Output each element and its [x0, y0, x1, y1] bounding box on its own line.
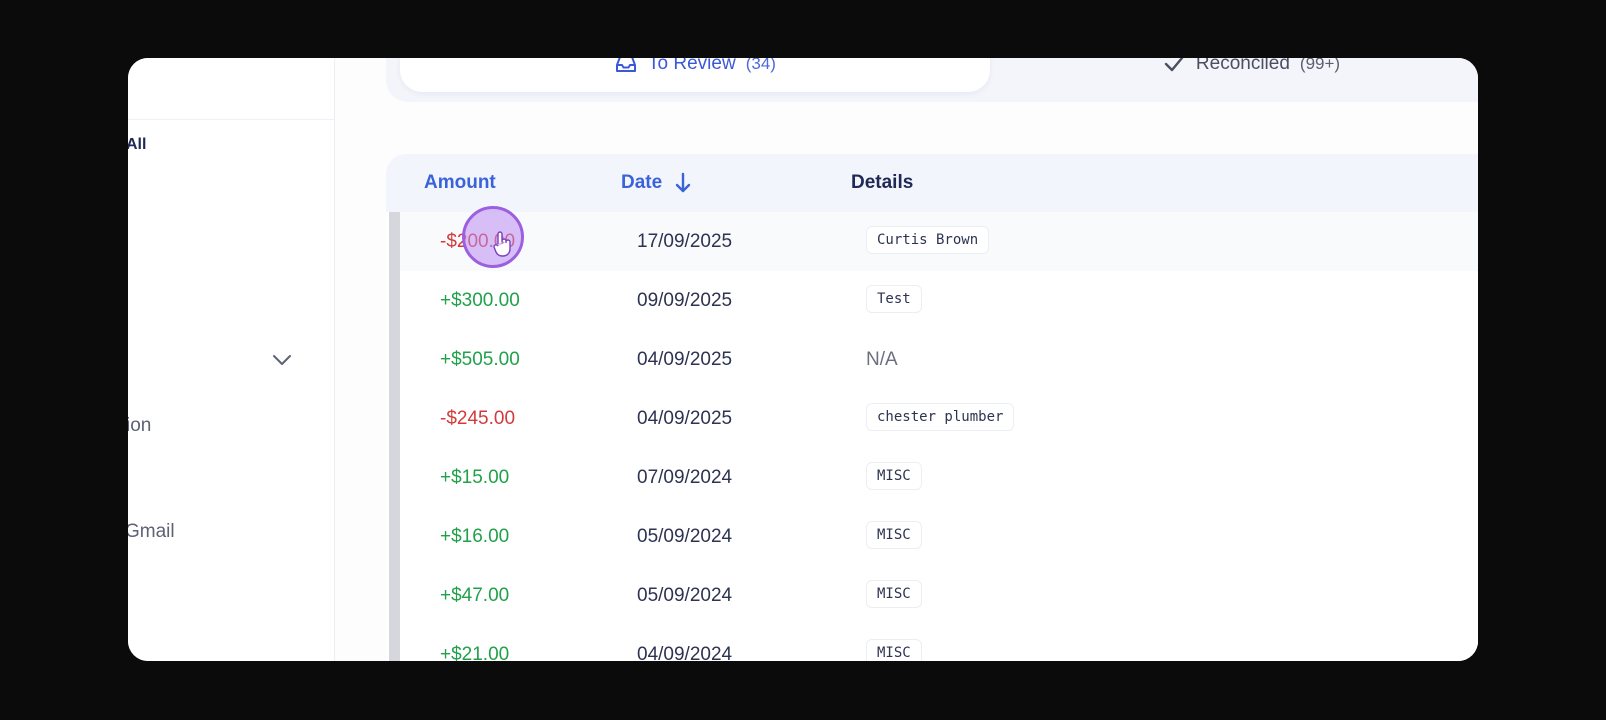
tab-bar: To Review (34) Reconciled (99+) [386, 58, 1478, 102]
sidebar-item-ion[interactable]: ion [128, 415, 151, 437]
tab-count: (99+) [1299, 58, 1341, 73]
date-cell: 04/09/2025 [637, 408, 733, 429]
transactions-table: Amount Date Details -$200.0017/09/2025Cu… [386, 154, 1478, 661]
details-tag: MISC [866, 521, 922, 549]
column-header-amount[interactable]: Amount [424, 172, 496, 194]
date-cell: 04/09/2024 [637, 644, 733, 661]
sidebar-item-gmail[interactable]: Gmail [128, 521, 175, 543]
table-row[interactable]: -$245.00 04/09/2025 chester plumber [400, 389, 1478, 449]
arrow-down-icon[interactable] [674, 172, 692, 194]
tab-count: (34) [745, 58, 776, 73]
table-row[interactable]: +$505.00 04/09/2025 N/A [400, 330, 1478, 390]
date-cell: 05/09/2024 [637, 585, 733, 606]
details-tag: Test [866, 285, 922, 313]
amount-cell[interactable]: +$21.00 [440, 644, 509, 661]
app-window: All ion Gmail To Review (34) Reconciled [128, 58, 1478, 661]
table-header: Amount Date Details [386, 154, 1478, 212]
amount-cell[interactable]: +$505.00 [440, 349, 520, 371]
details-tag: MISC [866, 639, 922, 661]
chevron-down-icon[interactable] [272, 353, 292, 367]
inbox-icon [616, 58, 637, 72]
tab-label: Reconciled [1195, 58, 1290, 74]
amount-cell[interactable]: -$245.00 [440, 408, 515, 430]
tab-to-review[interactable]: To Review (34) [400, 58, 990, 92]
table-row[interactable]: +$16.00 05/09/2024 MISC [400, 507, 1478, 567]
column-header-details: Details [851, 172, 914, 193]
sidebar: All ion Gmail [128, 58, 335, 661]
column-header-date-label: Date [621, 172, 663, 193]
table-row[interactable]: +$47.00 05/09/2024 MISC [400, 566, 1478, 626]
sidebar-item-all[interactable]: All [128, 136, 146, 154]
date-cell: 05/09/2024 [637, 526, 733, 547]
details-tag: MISC [866, 580, 922, 608]
column-header-date[interactable]: Date [621, 172, 692, 194]
table-row[interactable]: +$15.00 07/09/2024 MISC [400, 448, 1478, 508]
table-row[interactable]: +$21.00 04/09/2024 MISC [400, 625, 1478, 661]
date-cell: 09/09/2025 [637, 290, 733, 311]
amount-cell[interactable]: +$15.00 [440, 467, 509, 489]
date-cell: 07/09/2024 [637, 467, 733, 488]
check-icon [1164, 58, 1184, 72]
amount-cell[interactable]: +$16.00 [440, 526, 509, 548]
amount-cell[interactable]: +$47.00 [440, 585, 509, 607]
tab-reconciled[interactable]: Reconciled (99+) [996, 58, 1478, 92]
tab-label: To Review [648, 58, 736, 74]
row-status-stripe [389, 212, 400, 661]
main-content: To Review (34) Reconciled (99+) Amount D… [335, 58, 1478, 661]
table-row[interactable]: -$200.0017/09/2025Curtis Brown [400, 212, 1478, 272]
hand-pointer-icon [493, 231, 511, 257]
details-tag: Curtis Brown [866, 226, 990, 254]
date-cell: 17/09/2025 [637, 231, 733, 252]
details-tag: MISC [866, 462, 922, 490]
details-tag: chester plumber [866, 403, 1015, 431]
details-empty: N/A [866, 349, 898, 370]
table-row[interactable]: +$300.00 09/09/2025 Test [400, 271, 1478, 331]
amount-cell[interactable]: +$300.00 [440, 290, 520, 312]
sidebar-divider [128, 119, 334, 120]
date-cell: 04/09/2025 [637, 349, 733, 370]
